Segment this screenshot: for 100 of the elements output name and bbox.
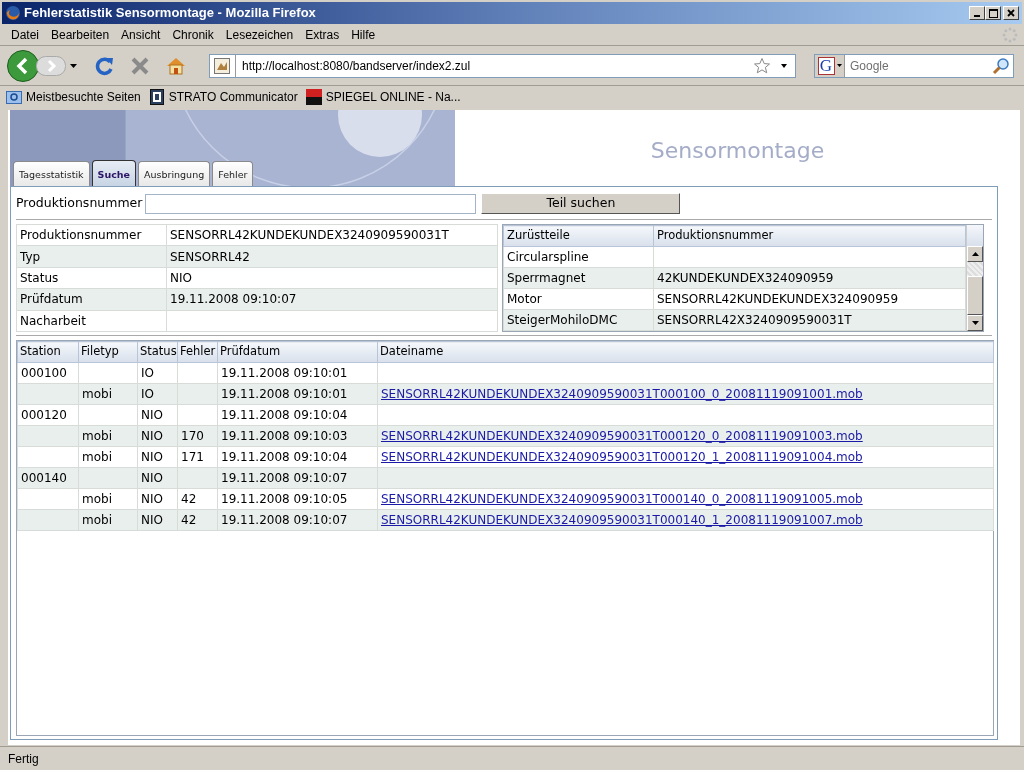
bookmark-link[interactable]: STRATO Communicator <box>148 88 298 106</box>
dropdown-caret-icon <box>836 64 842 67</box>
search-engine-logo: G <box>817 56 835 75</box>
table-cell: 171 <box>177 446 218 468</box>
throbber-icon <box>1002 26 1018 43</box>
maximize-icon <box>988 8 998 18</box>
close-button[interactable] <box>1003 6 1019 20</box>
table-cell: 42KUNDEKUNDEX324090959 <box>653 267 966 289</box>
table-cell: NIO <box>166 267 498 289</box>
table-cell: 19.11.2008 09:10:05 <box>217 488 378 510</box>
table-cell: Sperrmagnet <box>503 267 654 289</box>
column-header[interactable]: Dateiname <box>377 341 994 363</box>
search-field[interactable]: G Google <box>814 53 1014 78</box>
table-cell: 170 <box>177 425 218 447</box>
bookmark-link[interactable]: SPIEGEL ONLINE - Na... <box>305 88 461 106</box>
close-icon <box>1007 9 1015 17</box>
search-icon[interactable] <box>992 56 1010 75</box>
column-header[interactable]: Produktionsnummer <box>653 225 966 247</box>
address-bar[interactable]: http://localhost:8080/bandserver/index2.zul <box>209 53 796 78</box>
page-title: Sensormontage <box>649 137 826 165</box>
input-field[interactable] <box>145 193 477 214</box>
up-arrow-icon <box>971 252 979 256</box>
table-cell: 19.11.2008 09:10:07 <box>217 509 378 531</box>
table-cell: 000100 <box>17 362 79 384</box>
table-cell: NIO <box>137 446 178 468</box>
table-cell: Nacharbeit <box>16 310 167 332</box>
scroll-track[interactable] <box>967 262 983 276</box>
minimize-button[interactable] <box>969 6 985 20</box>
table-cell: 000120 <box>17 404 79 426</box>
table-cell: SENSORRL42KUNDEKUNDEX3240909590031T <box>166 224 498 246</box>
table-cell: mobi <box>78 509 138 531</box>
table-cell: SENSORRL42 <box>166 245 498 268</box>
table-cell: 19.11.2008 09:10:04 <box>217 404 378 426</box>
browser-logo-icon <box>5 5 21 21</box>
app-icon <box>148 89 165 105</box>
column-header[interactable]: Status <box>137 341 178 363</box>
table-cell: Motor <box>503 288 654 310</box>
menu-item[interactable]: Hilfe <box>346 25 383 44</box>
menu-item[interactable]: Chronik <box>167 25 221 44</box>
menu-item[interactable]: Lesezeichen <box>220 25 301 44</box>
table-cell: Status <box>16 267 167 289</box>
scroll-thumb[interactable] <box>967 276 983 315</box>
table-cell: 42 <box>177 509 218 531</box>
window-title: Fehlerstatistik Sensormontage - Mozilla Firefox <box>24 4 316 23</box>
table-cell: 000140 <box>17 467 79 489</box>
table-cell: Circularspline <box>503 246 654 268</box>
table-cell: SENSORRL42KUNDEKUNDEX324090959 <box>653 288 966 310</box>
table-cell: 42 <box>177 488 218 510</box>
table-cell: Produktionsnummer <box>16 224 167 246</box>
scrollbar[interactable] <box>966 225 983 331</box>
table-cell: NIO <box>137 488 178 510</box>
scroll-down-button[interactable] <box>967 315 983 331</box>
folder-icon <box>6 89 22 105</box>
menu-item[interactable]: Extras <box>300 25 347 44</box>
table-cell: mobi <box>78 488 138 510</box>
menu-item[interactable]: Datei <box>6 25 46 44</box>
tab[interactable]: Fehler <box>212 160 254 186</box>
column-header[interactable]: Station <box>17 341 79 363</box>
table-cell: NIO <box>137 404 178 426</box>
url-dropdown-icon[interactable] <box>781 63 787 68</box>
table-cell: Prüfdatum <box>16 288 167 311</box>
table-cell: SENSORRL42X3240909590031T <box>653 309 966 331</box>
table-cell: IO <box>137 383 178 405</box>
table-cell: mobi <box>78 425 138 447</box>
table-cell: 19.11.2008 09:10:01 <box>217 383 378 405</box>
column-header[interactable]: Fehler <box>177 341 218 363</box>
url-text: http://localhost:8080/bandserver/index2.zul <box>242 57 472 75</box>
tab[interactable]: Ausbringung <box>138 160 211 186</box>
column-header[interactable]: Prüfdatum <box>217 341 378 363</box>
tab[interactable]: Tagesstatistik <box>13 160 90 186</box>
scroll-up-button[interactable] <box>967 246 983 262</box>
column-header[interactable]: Zurüstteile <box>503 225 654 247</box>
page-favicon-icon <box>214 57 230 74</box>
table-cell: NIO <box>137 425 178 447</box>
table-cell: NIO <box>137 467 178 489</box>
table-cell: 19.11.2008 09:10:04 <box>217 446 378 468</box>
table-cell: 19.11.2008 09:10:01 <box>217 362 378 384</box>
search-placeholder: Google <box>850 57 890 75</box>
menu-item[interactable]: Bearbeiten <box>46 25 117 44</box>
field-label: Produktionsnummer <box>16 194 143 213</box>
status-text: Fertig <box>8 751 39 768</box>
maximize-button[interactable] <box>985 6 1001 20</box>
menu-item[interactable]: Ansicht <box>116 25 168 44</box>
table-cell: SteigerMohiloDMC <box>503 309 654 331</box>
back-button-icon[interactable] <box>6 48 40 83</box>
table-cell: NIO <box>137 509 178 531</box>
table-cell: mobi <box>78 446 138 468</box>
news-icon <box>305 89 322 105</box>
table-cell: IO <box>137 362 178 384</box>
column-header[interactable]: Filetyp <box>78 341 138 363</box>
search-engine-button[interactable]: G <box>815 54 845 77</box>
bookmark-link[interactable]: Meistbesuchte Seiten <box>6 88 141 106</box>
dropdown-caret-icon[interactable] <box>70 63 77 68</box>
search-button[interactable]: Teil suchen <box>481 193 681 214</box>
table-cell: 19.11.2008 09:10:03 <box>217 425 378 447</box>
table-cell: mobi <box>78 383 138 405</box>
bookmark-star-icon[interactable] <box>753 56 771 75</box>
table-cell: 19.11.2008 09:10:07 <box>217 467 378 489</box>
down-arrow-icon <box>971 321 979 325</box>
table-cell: Typ <box>16 245 167 268</box>
